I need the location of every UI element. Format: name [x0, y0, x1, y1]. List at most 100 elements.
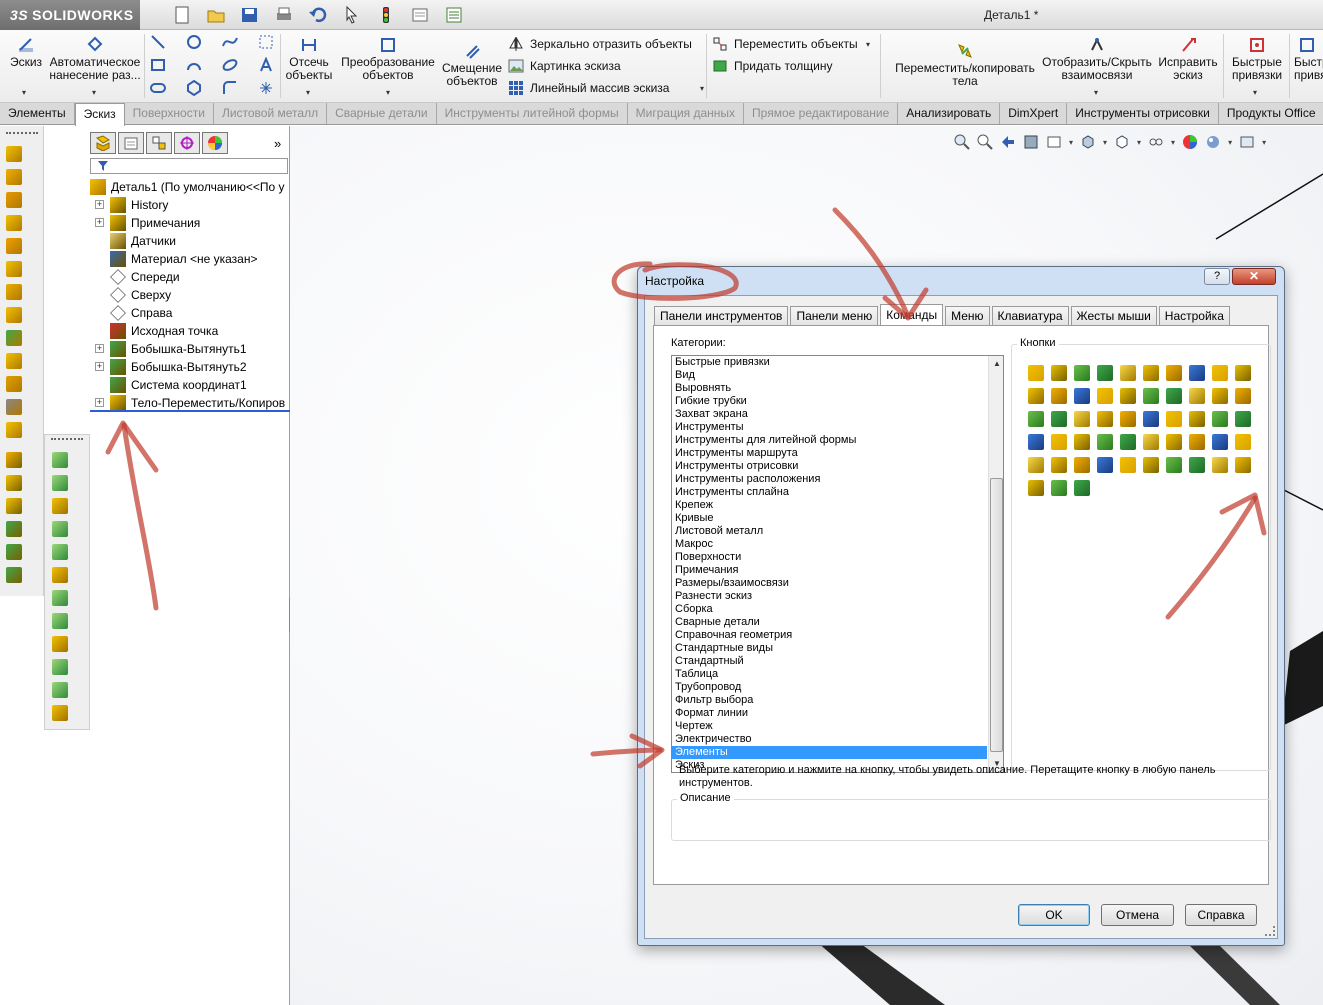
- category-item[interactable]: Выровнять: [672, 382, 987, 395]
- circle-icon[interactable]: [186, 34, 202, 50]
- move-copy-bodies-button[interactable]: Переместить/копировать тела: [892, 42, 1038, 88]
- category-item[interactable]: Размеры/взаимосвязи: [672, 577, 987, 590]
- dialog-tab-4[interactable]: Клавиатура: [991, 306, 1069, 326]
- expand-panel-button[interactable]: »: [274, 136, 281, 151]
- command-button-icon[interactable]: [1212, 434, 1228, 450]
- tree-filter-input[interactable]: [90, 158, 288, 174]
- tab-4[interactable]: Сварные детали: [327, 103, 437, 124]
- sketch-tool-icon[interactable]: [52, 613, 68, 629]
- command-button-icon[interactable]: [1028, 411, 1044, 427]
- command-button-icon[interactable]: [1028, 388, 1044, 404]
- repair-sketch-button[interactable]: Исправить эскиз: [1156, 36, 1220, 82]
- file-properties-icon[interactable]: [410, 6, 430, 24]
- rectangle-icon[interactable]: [150, 57, 166, 73]
- tree-item[interactable]: Система координат1: [110, 376, 247, 394]
- feature-tool-icon[interactable]: [6, 330, 22, 346]
- feature-tool-icon[interactable]: [6, 452, 22, 468]
- linear-pattern-button[interactable]: Линейный массив эскиза: [508, 80, 669, 96]
- category-item[interactable]: Быстрые привязки: [672, 356, 987, 369]
- ok-button[interactable]: OK: [1018, 904, 1090, 926]
- dimxpert-manager-tab[interactable]: [174, 132, 200, 154]
- command-button-icon[interactable]: [1074, 480, 1090, 496]
- command-button-icon[interactable]: [1166, 434, 1182, 450]
- category-item[interactable]: Инструменты отрисовки: [672, 460, 987, 473]
- command-button-icon[interactable]: [1235, 457, 1251, 473]
- command-button-icon[interactable]: [1120, 365, 1136, 381]
- category-item[interactable]: Примечания: [672, 564, 987, 577]
- category-item[interactable]: Кривые: [672, 512, 987, 525]
- expand-toggle[interactable]: +: [95, 344, 104, 353]
- line-icon[interactable]: [150, 34, 166, 50]
- tab-0[interactable]: Элементы: [0, 103, 75, 124]
- dialog-tab-5[interactable]: Жесты мыши: [1070, 306, 1157, 326]
- command-button-icon[interactable]: [1143, 411, 1159, 427]
- tree-item[interactable]: Примечания: [110, 214, 200, 232]
- feature-tool-icon[interactable]: [6, 521, 22, 537]
- command-button-icon[interactable]: [1235, 411, 1251, 427]
- undo-icon[interactable]: [308, 6, 328, 24]
- expand-toggle[interactable]: +: [95, 200, 104, 209]
- command-button-icon[interactable]: [1143, 457, 1159, 473]
- offset-entities-button[interactable]: Смещение объектов: [442, 42, 502, 88]
- tree-item[interactable]: Материал <не указан>: [110, 250, 257, 268]
- command-button-icon[interactable]: [1235, 434, 1251, 450]
- tab-6[interactable]: Миграция данных: [628, 103, 745, 124]
- mirror-entities-button[interactable]: Зеркально отразить объекты: [508, 36, 692, 52]
- rebuild-icon[interactable]: [376, 6, 396, 24]
- display-style-icon[interactable]: [1114, 134, 1130, 150]
- show-hide-relations-button[interactable]: Отобразить/Скрыть взаимосвязи: [1042, 36, 1152, 82]
- category-item[interactable]: Чертеж: [672, 720, 987, 733]
- category-item[interactable]: Поверхности: [672, 551, 987, 564]
- category-item[interactable]: Электричество: [672, 733, 987, 746]
- tab-5[interactable]: Инструменты литейной формы: [437, 103, 628, 124]
- dynamic-annotation-icon[interactable]: [1046, 134, 1062, 150]
- command-button-icon[interactable]: [1051, 365, 1067, 381]
- category-item[interactable]: Сборка: [672, 603, 987, 616]
- arc-icon[interactable]: [186, 57, 202, 73]
- command-button-icon[interactable]: [1212, 411, 1228, 427]
- category-item[interactable]: Гибкие трубки: [672, 395, 987, 408]
- edit-appearance-icon[interactable]: [1182, 134, 1198, 150]
- polygon-icon[interactable]: [186, 80, 202, 96]
- category-item[interactable]: Формат линии: [672, 707, 987, 720]
- command-button-icon[interactable]: [1212, 365, 1228, 381]
- tab-7[interactable]: Прямое редактирование: [744, 103, 899, 124]
- category-item[interactable]: Сварные детали: [672, 616, 987, 629]
- convert-entities-button[interactable]: Преобразование объектов: [340, 36, 436, 82]
- zoom-to-area-icon[interactable]: [977, 134, 993, 150]
- section-view-icon[interactable]: [1023, 134, 1039, 150]
- command-button-icon[interactable]: [1074, 434, 1090, 450]
- property-manager-tab[interactable]: [118, 132, 144, 154]
- dialog-help-button[interactable]: ?: [1204, 268, 1230, 285]
- command-button-icon[interactable]: [1051, 388, 1067, 404]
- category-item[interactable]: Листовой металл: [672, 525, 987, 538]
- command-button-icon[interactable]: [1097, 457, 1113, 473]
- command-button-icon[interactable]: [1097, 365, 1113, 381]
- category-item[interactable]: Разнести эскиз: [672, 590, 987, 603]
- view-orientation-icon[interactable]: [1080, 134, 1096, 150]
- command-button-icon[interactable]: [1074, 388, 1090, 404]
- zoom-to-fit-icon[interactable]: [954, 134, 970, 150]
- category-item[interactable]: Стандартный: [672, 655, 987, 668]
- command-button-icon[interactable]: [1097, 411, 1113, 427]
- sketch-tool-icon[interactable]: [52, 636, 68, 652]
- dialog-tab-1[interactable]: Панели меню: [790, 306, 879, 326]
- expand-toggle[interactable]: +: [95, 398, 104, 407]
- tab-2[interactable]: Поверхности: [125, 103, 214, 124]
- command-button-icon[interactable]: [1189, 411, 1205, 427]
- spline-icon[interactable]: [222, 34, 238, 50]
- feature-tool-icon[interactable]: [6, 146, 22, 162]
- category-item[interactable]: Справочная геометрия: [672, 629, 987, 642]
- ellipse-icon[interactable]: [222, 57, 238, 73]
- command-button-icon[interactable]: [1028, 457, 1044, 473]
- tree-item[interactable]: History: [110, 196, 168, 214]
- tab-3[interactable]: Листовой металл: [214, 103, 328, 124]
- command-button-icon[interactable]: [1051, 457, 1067, 473]
- command-button-icon[interactable]: [1120, 457, 1136, 473]
- category-item[interactable]: Таблица: [672, 668, 987, 681]
- command-button-icon[interactable]: [1028, 434, 1044, 450]
- sketch-tool-icon[interactable]: [52, 705, 68, 721]
- command-button-icon[interactable]: [1189, 434, 1205, 450]
- command-button-icon[interactable]: [1028, 365, 1044, 381]
- tree-item[interactable]: Спереди: [110, 268, 180, 286]
